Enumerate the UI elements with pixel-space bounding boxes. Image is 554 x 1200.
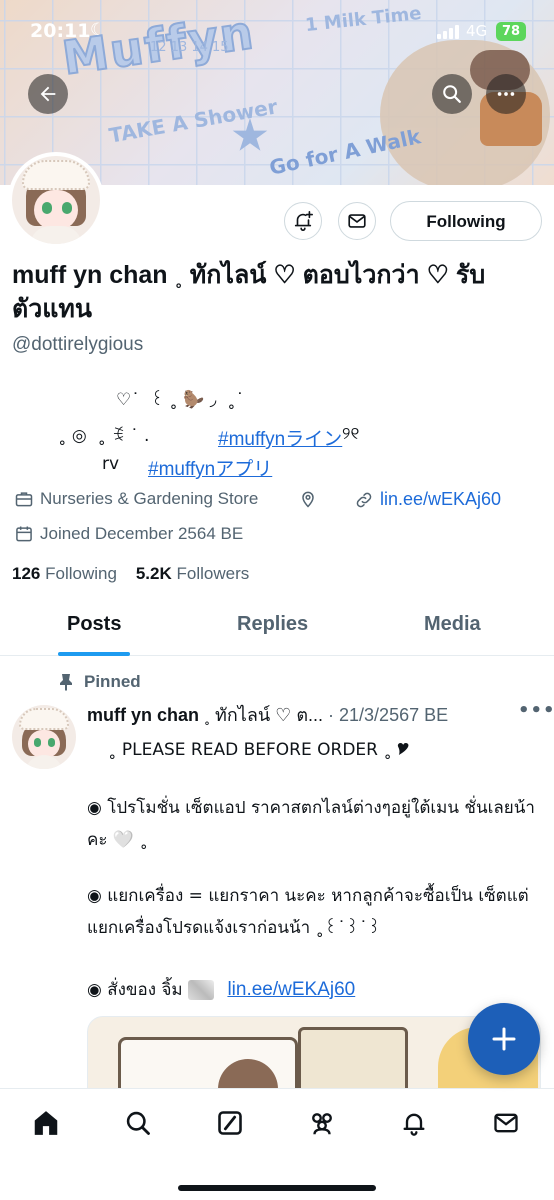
tab-media[interactable]: Media: [424, 613, 481, 636]
status-time: 20:11: [30, 20, 91, 42]
post-more-button[interactable]: •••: [518, 700, 554, 721]
envelope-icon: [348, 214, 366, 228]
briefcase-icon: [15, 492, 33, 507]
profile-category: Nurseries & Gardening Store: [14, 489, 258, 509]
post-line-1: ˳ PLEASE READ BEFORE ORDER ˳ 🎔: [108, 740, 410, 760]
calendar-icon: [16, 526, 32, 542]
envelope-icon: [494, 1113, 518, 1133]
tab-posts[interactable]: Posts: [67, 613, 121, 636]
status-bar: 20:11 ☾ 4G 78: [0, 0, 554, 60]
search-icon: [126, 1111, 150, 1135]
post-paragraph-2: ◉ โปรโมชั่น เซ็ตแอป ราคาสตกไลน์ต่างๆอยู่…: [87, 798, 535, 850]
home-icon: [34, 1111, 58, 1135]
followers-count: 5.2K: [135, 564, 172, 583]
moon-icon: ☾: [90, 20, 106, 40]
bio-line-3: rv: [102, 454, 120, 474]
post-paragraph-4: ◉ สั่งของ จิ้ม lin.ee/wEKAj60: [87, 974, 355, 1006]
category-label: Nurseries & Gardening Store: [40, 489, 259, 508]
search-button[interactable]: [432, 74, 472, 114]
signal-icon: [437, 25, 459, 39]
profile-tabs: Posts Replies Media: [0, 598, 554, 656]
tab-replies[interactable]: Replies: [237, 613, 308, 636]
notifications-button[interactable]: [284, 202, 322, 240]
bio-hashtag-line[interactable]: #muffynライン: [218, 424, 342, 451]
location-pin-icon: [302, 491, 314, 508]
nav-search[interactable]: [122, 1107, 154, 1139]
arrow-left-icon: [40, 86, 56, 102]
battery-indicator: 78: [496, 22, 526, 41]
nav-home[interactable]: [30, 1107, 62, 1139]
bio-line-2: ˳ ◎ ˳ ꉂ ˙ .: [58, 426, 150, 446]
post-author-suffix: ˳ ทักไลน์ ♡ ต...: [204, 705, 324, 725]
follow-counts: 126 Following 5.2K Followers: [12, 564, 249, 584]
profile-location: [298, 489, 318, 509]
pinned-label: Pinned: [58, 672, 141, 692]
plus-icon: [492, 1027, 516, 1051]
home-indicator: [178, 1185, 376, 1191]
avatar: [12, 156, 100, 244]
profile-website[interactable]: lin.ee/wEKAj60: [354, 489, 501, 510]
bio-hashtag-app[interactable]: #muffynアプリ: [148, 454, 272, 481]
joined-label: Joined December 2564 BE: [40, 524, 244, 543]
nav-grok[interactable]: [214, 1107, 246, 1139]
following-label: Following: [45, 564, 117, 583]
grok-icon: [218, 1111, 242, 1135]
message-button[interactable]: [338, 202, 376, 240]
search-icon: [443, 85, 461, 103]
post-author[interactable]: muff yn chan: [87, 705, 199, 725]
profile-name: muff yn chan ˳ ทักไลน์ ♡ ตอบไวกว่า ♡ รับ…: [12, 261, 486, 323]
website-link[interactable]: lin.ee/wEKAj60: [380, 489, 501, 510]
following-button[interactable]: Following: [390, 201, 542, 241]
post-avatar[interactable]: [12, 705, 76, 769]
more-button[interactable]: [486, 74, 526, 114]
profile-handle: @dottirelygious: [12, 334, 144, 355]
profile-avatar[interactable]: [8, 152, 104, 248]
more-horizontal-icon: [497, 92, 515, 96]
active-tab-indicator: [58, 652, 130, 656]
followers-label: Followers: [176, 564, 250, 583]
following-link[interactable]: 126 Following: [12, 564, 117, 583]
followers-link[interactable]: 5.2K Followers: [136, 564, 249, 583]
bio-line-2-tail: ୨୧: [342, 424, 360, 444]
post-header: muff yn chan ˳ ทักไลน์ ♡ ต... · 21/3/256…: [87, 700, 448, 729]
nav-notifications[interactable]: [398, 1107, 430, 1139]
following-count: 126: [12, 564, 41, 583]
compose-button[interactable]: [468, 1003, 540, 1075]
profile-joined: Joined December 2564 BE: [14, 524, 243, 544]
pinned-text: Pinned: [84, 672, 141, 691]
post-link[interactable]: lin.ee/wEKAj60: [227, 979, 355, 1000]
bio-line-1: ♡˙ ꒰ ˳ 🦫 ◞ ˳˙: [116, 390, 245, 410]
network-type: 4G: [466, 22, 488, 40]
blurred-emoji-icon: [188, 980, 215, 1000]
pin-icon: [60, 674, 72, 691]
bell-plus-icon: [294, 211, 313, 231]
post-date[interactable]: · 21/3/2567 BE: [328, 705, 448, 725]
bottom-navigation: [0, 1088, 554, 1200]
link-icon: [356, 492, 372, 507]
post-order-text: ◉ สั่งของ จิ้ม: [87, 980, 183, 1000]
bell-icon: [403, 1113, 425, 1136]
nav-messages[interactable]: [490, 1107, 522, 1139]
post-paragraph-3: ◉ แยกเครื่อง = แยกราคา นะคะ หากลูกค้าจะซ…: [87, 886, 529, 938]
communities-icon: [312, 1113, 332, 1135]
nav-communities[interactable]: [306, 1107, 338, 1139]
back-button[interactable]: [28, 74, 68, 114]
